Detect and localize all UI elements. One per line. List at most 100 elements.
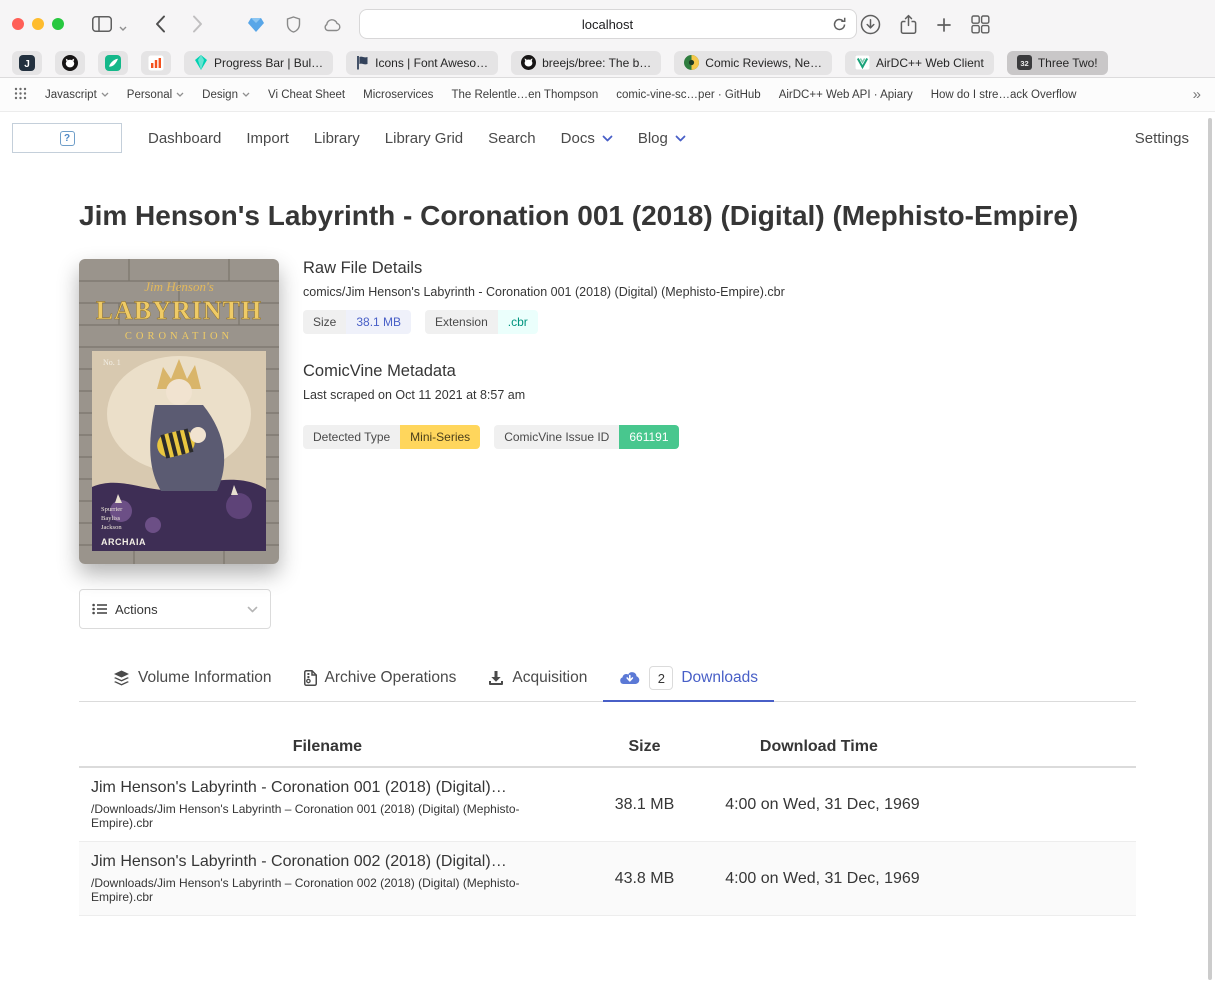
nav-label: Blog [638, 130, 668, 147]
tab-downloads[interactable]: 2 Downloads [603, 657, 774, 702]
cover-title: LABYRINTH [96, 296, 262, 325]
tab-archive-operations[interactable]: Archive Operations [288, 657, 473, 702]
nav-dropdown-docs[interactable]: Docs [561, 130, 613, 147]
chevron-down-icon [101, 92, 109, 97]
bookmark-j-site[interactable]: J [12, 51, 42, 75]
nav-item-import[interactable]: Import [246, 130, 289, 147]
chevron-down-icon [675, 135, 686, 142]
favorite-microservices[interactable]: Microservices [363, 89, 433, 101]
table-row[interactable]: Jim Henson's Labyrinth - Coronation 001 … [79, 767, 1136, 842]
zoom-window-button[interactable] [52, 18, 64, 30]
traffic-lights [12, 18, 64, 30]
download-time: 4:00 on Wed, 31 Dec, 1969 [713, 767, 924, 842]
svg-text:J: J [24, 59, 30, 70]
bookmark-github[interactable] [55, 51, 85, 75]
detected-type-tag-group: Detected Type Mini-Series [303, 425, 480, 449]
comicvine-metadata-panel: ComicVine Metadata Last scraped on Oct 1… [303, 362, 785, 449]
apps-grid-icon[interactable] [14, 87, 27, 103]
teal-app-icon [105, 55, 121, 71]
new-tab-button[interactable] [936, 17, 952, 38]
bookmark-font-awesome[interactable]: Icons | Font Aweso… [346, 51, 498, 75]
bookmark-progress-bar[interactable]: Progress Bar | Bul… [184, 51, 333, 75]
back-button[interactable] [155, 15, 166, 38]
nav-item-settings[interactable]: Settings [1135, 130, 1189, 147]
bookmark-comic-reviews[interactable]: Comic Reviews, Ne… [674, 51, 832, 75]
site-logo-broken-image[interactable]: ? [12, 123, 122, 153]
nav-item-dashboard[interactable]: Dashboard [148, 130, 221, 147]
cover-publisher: ARCHAIA [101, 537, 146, 547]
tab-label: Acquisition [512, 669, 587, 687]
downloads-button[interactable] [860, 14, 881, 40]
forward-button[interactable] [192, 15, 203, 38]
download-file-path: /Downloads/Jim Henson's Labyrinth – Coro… [91, 876, 564, 904]
list-icon [92, 603, 107, 615]
tab-label: Archive Operations [325, 669, 457, 687]
shield-extension-icon[interactable] [286, 16, 301, 38]
sidebar-icon[interactable] [92, 16, 112, 37]
url-input[interactable] [360, 17, 856, 32]
nav-dropdown-blog[interactable]: Blog [638, 130, 686, 147]
gem-extension-icon[interactable] [247, 17, 265, 38]
tab-acquisition[interactable]: Acquisition [472, 657, 603, 702]
favorite-folder-personal[interactable]: Personal [127, 89, 184, 101]
minimize-window-button[interactable] [32, 18, 44, 30]
cloud-extension-icon[interactable] [322, 18, 342, 37]
safari-window: J Progress Bar | Bul… Icons | Font Aweso… [0, 0, 1215, 990]
tab-label: Downloads [681, 669, 758, 687]
main-content: Jim Henson's Labyrinth - Coronation 001 … [79, 198, 1136, 916]
nav-label: Docs [561, 130, 595, 147]
nav-item-library-grid[interactable]: Library Grid [385, 130, 463, 147]
size-tag-value: 38.1 MB [346, 310, 411, 334]
bookmark-three-two[interactable]: 32 Three Two! [1007, 51, 1108, 75]
bookmark-orange-chart[interactable] [141, 51, 171, 75]
issue-id-label: ComicVine Issue ID [494, 425, 619, 449]
cover-credit: Spurrier [101, 506, 123, 513]
issue-id-tag-group: ComicVine Issue ID 661191 [494, 425, 678, 449]
favorite-relentless[interactable]: The Relentle…en Thompson [451, 89, 598, 101]
favorite-folder-design[interactable]: Design [202, 89, 250, 101]
favorites-bar: Javascript Personal Design Vi Cheat Shee… [0, 78, 1215, 112]
share-icon[interactable] [900, 14, 917, 40]
tab-overview-icon[interactable] [971, 15, 990, 39]
airdc-icon [855, 55, 870, 70]
favorite-vi-cheat-sheet[interactable]: Vi Cheat Sheet [268, 89, 345, 101]
favorites-overflow-chevron[interactable]: » [1193, 86, 1201, 103]
chevron-down-icon [247, 606, 258, 613]
refresh-icon[interactable] [832, 17, 847, 37]
table-row[interactable]: Jim Henson's Labyrinth - Coronation 002 … [79, 842, 1136, 916]
address-bar[interactable] [359, 9, 857, 39]
bookmark-label: Progress Bar | Bul… [214, 56, 323, 70]
detail-tabs: Volume Information Archive Operations Ac… [79, 657, 1136, 702]
last-scraped-text: Last scraped on Oct 11 2021 at 8:57 am [303, 388, 785, 402]
cloud-download-icon [619, 670, 641, 686]
favorite-comic-vine-scraper[interactable]: comic-vine-sc…per · GitHub [616, 89, 760, 101]
favorite-stackoverflow[interactable]: How do I stre…ack Overflow [931, 89, 1077, 101]
column-header-size: Size [576, 728, 713, 767]
nav-item-search[interactable]: Search [488, 130, 536, 147]
favorite-label: Microservices [363, 89, 433, 101]
bookmark-label: Three Two! [1038, 56, 1098, 70]
download-filename: Jim Henson's Labyrinth - Coronation 001 … [91, 779, 564, 797]
bookmark-label: Comic Reviews, Ne… [705, 56, 822, 70]
actions-dropdown-button[interactable]: Actions [79, 589, 271, 629]
actions-label: Actions [115, 602, 158, 617]
download-size: 43.8 MB [576, 842, 713, 916]
bookmark-airdc[interactable]: AirDC++ Web Client [845, 51, 994, 75]
bookmark-breejs[interactable]: breejs/bree: The b… [511, 51, 661, 75]
sidebar-chevron-down-icon[interactable] [119, 18, 127, 36]
cover-credit: Jackson [101, 524, 122, 531]
browser-titlebar [0, 0, 1215, 48]
bookmark-teal-app[interactable] [98, 51, 128, 75]
detected-type-label: Detected Type [303, 425, 400, 449]
scrollbar[interactable] [1208, 118, 1212, 980]
comic-cover-image: Jim Henson's LABYRINTH CORONATION No. 1 … [79, 259, 279, 564]
layers-icon [113, 670, 130, 686]
favorite-folder-javascript[interactable]: Javascript [45, 89, 109, 101]
tab-volume-information[interactable]: Volume Information [97, 657, 288, 702]
cover-issue-number: No. 1 [103, 358, 121, 367]
nav-item-library[interactable]: Library [314, 130, 360, 147]
extension-tag-value: .cbr [498, 310, 538, 334]
favorite-airdc-web-api[interactable]: AirDC++ Web API · Apiary [779, 89, 913, 101]
column-header-empty [925, 728, 1136, 767]
close-window-button[interactable] [12, 18, 24, 30]
